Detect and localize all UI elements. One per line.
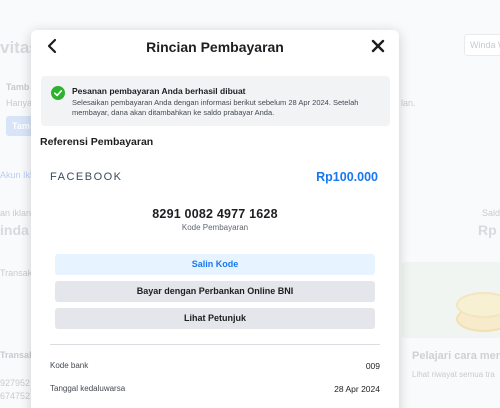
- detail-value: 28 Apr 2024: [334, 384, 380, 394]
- merchant-name: FACEBOOK: [50, 171, 123, 183]
- detail-row-bank-code: Kode bank 009: [50, 361, 380, 371]
- payment-code: 8291 0082 4977 1628: [152, 207, 278, 221]
- notice-title: Pesanan pembayaran Anda berhasil dibuat: [72, 86, 246, 96]
- copy-code-button[interactable]: Salin Kode: [55, 254, 375, 275]
- modal-header: Rincian Pembayaran: [31, 30, 399, 64]
- view-instructions-button[interactable]: Lihat Petunjuk: [55, 308, 375, 329]
- payment-reference-title: Referensi Pembayaran: [40, 136, 154, 148]
- detail-label: Kode bank: [50, 361, 89, 370]
- divider: [50, 344, 380, 345]
- payment-amount: Rp100.000: [316, 170, 378, 184]
- check-circle-icon: [51, 86, 65, 100]
- payment-code-label: Kode Pembayaran: [181, 223, 249, 232]
- detail-row-expiry-date: Tanggal kedaluwarsa 28 Apr 2024: [50, 384, 380, 394]
- success-notice: Pesanan pembayaran Anda berhasil dibuat …: [41, 76, 390, 126]
- detail-label: Tanggal kedaluwarsa: [50, 384, 126, 393]
- modal-title: Rincian Pembayaran: [146, 39, 284, 55]
- notice-body: Selesaikan pembayaran Anda dengan inform…: [72, 98, 359, 117]
- detail-value: 009: [365, 361, 380, 371]
- close-icon[interactable]: [371, 39, 385, 53]
- payment-details-modal: Rincian Pembayaran Pesanan pembayaran An…: [31, 30, 399, 408]
- pay-bni-online-button[interactable]: Bayar dengan Perbankan Online BNI: [55, 281, 375, 302]
